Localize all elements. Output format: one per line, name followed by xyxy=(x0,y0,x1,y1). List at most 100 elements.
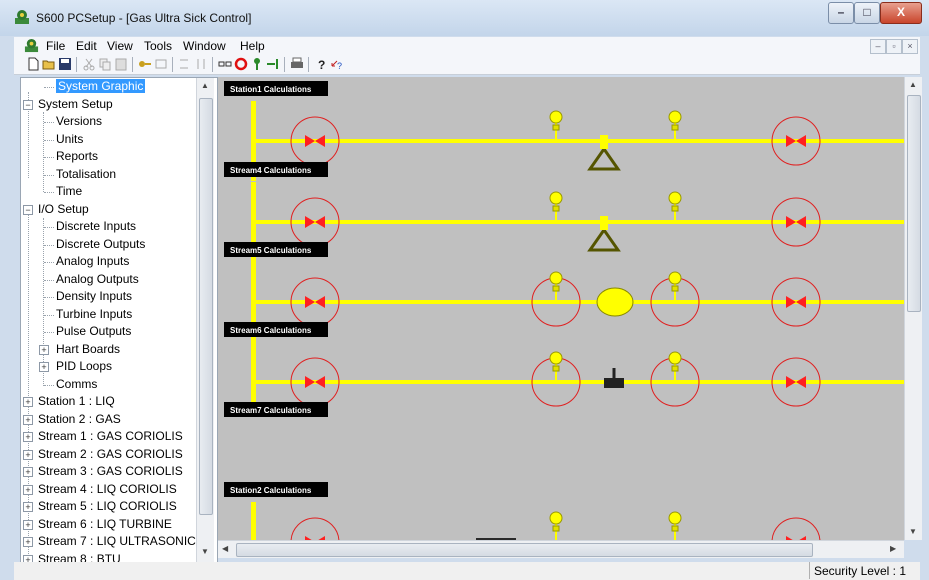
open-folder-icon[interactable] xyxy=(42,57,56,71)
tree-item[interactable]: Stream 5 : LIQ CORIOLIS xyxy=(38,498,177,515)
canvas-horizontal-scrollbar[interactable]: ◀ ▶ xyxy=(218,540,904,558)
tree-item[interactable]: Density Inputs xyxy=(56,288,132,305)
mdi-restore-button[interactable]: ▫ xyxy=(886,39,902,54)
stop-icon[interactable] xyxy=(234,57,248,71)
tree-item[interactable]: I/O Setup xyxy=(38,201,89,218)
valve-icon xyxy=(305,135,315,147)
canvas-hscroll-thumb[interactable] xyxy=(236,543,813,557)
tree-item[interactable]: Station 1 : LIQ xyxy=(38,393,115,410)
tree-item[interactable]: Reports xyxy=(56,148,98,165)
expand-icon[interactable]: + xyxy=(23,432,33,442)
tree-item[interactable]: Discrete Inputs xyxy=(56,218,136,235)
compare-icon[interactable] xyxy=(194,57,208,71)
canvas-vscroll-thumb[interactable] xyxy=(907,95,921,312)
key-icon[interactable] xyxy=(250,57,264,71)
tree-item[interactable]: Time xyxy=(56,183,82,200)
tree-connector xyxy=(44,174,54,176)
tree-item[interactable]: Pulse Outputs xyxy=(56,323,131,340)
collapse-icon[interactable]: − xyxy=(23,99,33,110)
tree-item[interactable]: Stream 2 : GAS CORIOLIS xyxy=(38,446,183,463)
calc-label: Stream5 Calculations xyxy=(230,246,312,255)
copy-icon[interactable] xyxy=(98,57,112,71)
expand-icon[interactable]: + xyxy=(23,397,33,407)
tree-item[interactable]: System Setup xyxy=(38,96,113,113)
tree-item[interactable]: Hart Boards xyxy=(56,341,120,358)
tree-item[interactable]: Analog Inputs xyxy=(56,253,129,270)
tree-item[interactable]: System Graphic xyxy=(56,78,146,95)
scroll-up-arrow-icon[interactable]: ▲ xyxy=(909,80,917,89)
security-level: Security Level : 1 xyxy=(813,564,906,578)
expand-icon[interactable]: + xyxy=(23,467,33,477)
export-icon[interactable] xyxy=(266,57,280,71)
valve-ring xyxy=(290,517,340,540)
valve-icon xyxy=(786,376,796,388)
expand-icon[interactable]: + xyxy=(23,519,33,530)
transmitter-body xyxy=(671,124,679,131)
minimize-button[interactable]: – xyxy=(828,2,854,24)
valve-icon xyxy=(796,216,806,228)
link-icon[interactable] xyxy=(218,57,232,71)
tree-item[interactable]: Analog Outputs xyxy=(56,271,139,288)
expand-icon[interactable]: + xyxy=(23,502,33,512)
expand-icon[interactable]: + xyxy=(23,537,33,547)
valve-icon xyxy=(786,216,796,228)
tree-item[interactable]: Discrete Outputs xyxy=(56,236,145,253)
menu-tools[interactable]: Tools xyxy=(144,39,172,53)
mdi-minimize-button[interactable]: – xyxy=(870,39,886,54)
mdi-doc-icon[interactable] xyxy=(24,38,39,53)
scroll-up-arrow-icon[interactable]: ▲ xyxy=(201,81,209,90)
close-button[interactable]: X xyxy=(880,2,922,24)
expand-icon[interactable]: + xyxy=(23,484,33,495)
scroll-down-arrow-icon[interactable]: ▼ xyxy=(201,547,209,556)
expand-icon[interactable]: + xyxy=(23,449,33,460)
tree-item[interactable]: PID Loops xyxy=(56,358,112,375)
context-help-icon[interactable]: ? xyxy=(330,57,344,71)
scroll-left-arrow-icon[interactable]: ◀ xyxy=(222,544,228,553)
transmitter-body xyxy=(671,205,679,212)
paste-icon[interactable] xyxy=(114,57,128,71)
maximize-button[interactable]: □ xyxy=(854,2,880,24)
tree-item-label: Discrete Outputs xyxy=(56,236,146,251)
tree-scroll-thumb[interactable] xyxy=(199,98,213,515)
collapse-icon[interactable]: − xyxy=(23,204,33,215)
menu-window[interactable]: Window xyxy=(183,39,226,53)
disconnect-icon[interactable] xyxy=(154,57,168,71)
tree-item[interactable]: Stream 6 : LIQ TURBINE xyxy=(38,516,172,533)
expand-icon[interactable]: + xyxy=(39,362,49,372)
scroll-right-arrow-icon[interactable]: ▶ xyxy=(890,544,896,553)
menu-edit[interactable]: Edit xyxy=(76,39,97,53)
transfer-icon[interactable] xyxy=(178,57,192,71)
cut-icon[interactable] xyxy=(82,57,96,71)
tree-item[interactable]: Stream 7 : LIQ ULTRASONIC xyxy=(38,533,196,550)
expand-icon[interactable]: + xyxy=(23,414,33,425)
tree-item[interactable]: Stream 1 : GAS CORIOLIS xyxy=(38,428,183,445)
tree-item[interactable]: Versions xyxy=(56,113,102,130)
print-icon[interactable] xyxy=(290,57,304,71)
system-graphic-canvas[interactable]: Station1 Calculations Stream4 Calculation… xyxy=(218,77,904,540)
tree-item[interactable]: Totalisation xyxy=(56,166,116,183)
tree-item[interactable]: Station 2 : GAS xyxy=(38,411,121,428)
tree-connector xyxy=(43,112,44,192)
canvas-vertical-scrollbar[interactable]: ▲ ▼ xyxy=(904,77,922,540)
transmitter-body xyxy=(552,124,560,131)
menu-view[interactable]: View xyxy=(107,39,133,53)
toolbar: ? ? xyxy=(14,55,920,75)
tree-item[interactable]: Units xyxy=(56,131,83,148)
menu-help[interactable]: Help xyxy=(240,39,265,53)
connect-icon[interactable] xyxy=(138,57,152,71)
tree-item[interactable]: Stream 3 : GAS CORIOLIS xyxy=(38,463,183,480)
tree-item[interactable]: Turbine Inputs xyxy=(56,306,132,323)
save-icon[interactable] xyxy=(58,57,72,71)
menu-file[interactable]: File xyxy=(46,39,65,53)
help-icon[interactable]: ? xyxy=(314,57,328,71)
tree-item[interactable]: Stream 4 : LIQ CORIOLIS xyxy=(38,481,177,498)
mdi-close-button[interactable]: × xyxy=(902,39,918,54)
tree-item[interactable]: Comms xyxy=(56,376,97,393)
tree-item-label: Totalisation xyxy=(56,166,117,181)
tree-item-label: Stream 1 : GAS CORIOLIS xyxy=(38,429,183,443)
pressure-transmitter-icon xyxy=(668,271,682,285)
expand-icon[interactable]: + xyxy=(39,344,49,355)
scroll-down-arrow-icon[interactable]: ▼ xyxy=(909,527,917,536)
tree-scrollbar[interactable]: ▲ ▼ xyxy=(196,78,214,562)
new-file-icon[interactable] xyxy=(26,57,40,71)
